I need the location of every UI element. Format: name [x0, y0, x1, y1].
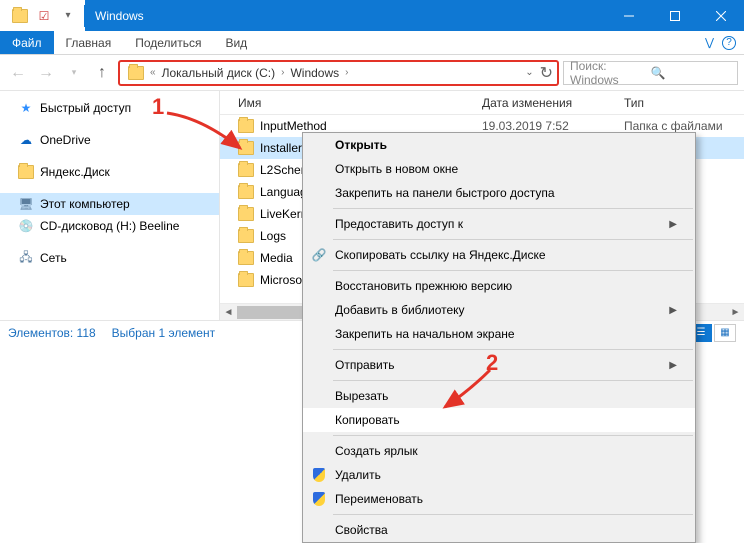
- chevron-right-icon[interactable]: ›: [279, 67, 286, 78]
- context-menu: Открыть Открыть в новом окне Закрепить н…: [302, 132, 696, 543]
- sidebar-item-yadisk[interactable]: Яндекс.Диск: [0, 161, 219, 183]
- yadisk-icon: [18, 164, 34, 180]
- folder-icon: [10, 6, 30, 26]
- folder-icon: [238, 251, 254, 265]
- ribbon-tab-view[interactable]: Вид: [213, 31, 259, 54]
- disc-icon: 💿: [18, 218, 34, 234]
- sidebar-item-cd[interactable]: 💿CD-дисковод (H:) Beeline: [0, 215, 219, 237]
- scroll-left-button[interactable]: ◄: [220, 304, 237, 321]
- search-placeholder: Поиск: Windows: [570, 59, 651, 87]
- qat-dropdown-icon[interactable]: ▾: [58, 6, 78, 26]
- folder-icon: [238, 141, 254, 155]
- network-icon: 🖧: [18, 250, 34, 266]
- star-icon: ★: [18, 100, 34, 116]
- ribbon-expand-icon[interactable]: ⋁: [705, 36, 714, 49]
- title-bar: ☑ ▾ Windows: [0, 0, 744, 31]
- status-item-count: Элементов: 118: [8, 326, 96, 340]
- scroll-right-button[interactable]: ►: [727, 304, 744, 321]
- nav-up-button[interactable]: ↑: [90, 61, 114, 85]
- maximize-button[interactable]: [652, 0, 698, 31]
- menu-item-restore-previous[interactable]: Восстановить прежнюю версию: [303, 274, 695, 298]
- menu-item-cut[interactable]: Вырезать: [303, 384, 695, 408]
- menu-item-open-new-window[interactable]: Открыть в новом окне: [303, 157, 695, 181]
- menu-item-grant-access[interactable]: Предоставить доступ к▶: [303, 212, 695, 236]
- navigation-row: ← → ▾ ↑ « Локальный диск (C:) › Windows …: [0, 55, 744, 91]
- chevron-right-icon: ▶: [669, 305, 677, 316]
- cloud-icon: ☁: [18, 132, 34, 148]
- col-date[interactable]: Дата изменения: [482, 96, 624, 110]
- window-title: Windows: [85, 9, 606, 23]
- menu-item-pin-start[interactable]: Закрепить на начальном экране: [303, 322, 695, 346]
- folder-icon: [238, 185, 254, 199]
- folder-icon: [238, 229, 254, 243]
- chevron-right-icon: ▶: [669, 360, 677, 371]
- sidebar-item-onedrive[interactable]: ☁OneDrive: [0, 129, 219, 151]
- drive-icon: [128, 66, 144, 80]
- nav-back-button[interactable]: ←: [6, 61, 30, 85]
- nav-forward-button[interactable]: →: [34, 61, 58, 85]
- menu-item-yadisk-copy-link[interactable]: 🔗Скопировать ссылку на Яндекс.Диске: [303, 243, 695, 267]
- help-icon[interactable]: ?: [722, 36, 736, 50]
- menu-item-open[interactable]: Открыть: [303, 133, 695, 157]
- properties-icon[interactable]: ☑: [34, 6, 54, 26]
- ribbon-tab-share[interactable]: Поделиться: [123, 31, 213, 54]
- search-input[interactable]: Поиск: Windows 🔍: [563, 61, 738, 85]
- close-button[interactable]: [698, 0, 744, 31]
- breadcrumb-drive[interactable]: Локальный диск (C:): [158, 66, 280, 80]
- ribbon-tab-file[interactable]: Файл: [0, 31, 54, 54]
- sidebar-item-quick-access[interactable]: ★Быстрый доступ: [0, 97, 219, 119]
- folder-icon: [238, 119, 254, 133]
- status-selection: Выбран 1 элемент: [112, 326, 215, 340]
- folder-icon: [238, 163, 254, 177]
- ribbon-tab-home[interactable]: Главная: [54, 31, 124, 54]
- col-type[interactable]: Тип: [624, 96, 744, 110]
- minimize-button[interactable]: [606, 0, 652, 31]
- sidebar-item-network[interactable]: 🖧Сеть: [0, 247, 219, 269]
- menu-item-rename[interactable]: Переименовать: [303, 487, 695, 511]
- column-headers: Имя Дата изменения Тип: [220, 91, 744, 115]
- col-name[interactable]: Имя: [220, 96, 482, 110]
- nav-history-dropdown[interactable]: ▾: [62, 61, 86, 85]
- menu-item-add-to-library[interactable]: Добавить в библиотеку▶: [303, 298, 695, 322]
- ribbon-tabs: Файл Главная Поделиться Вид ⋁ ?: [0, 31, 744, 55]
- shield-icon: [311, 467, 327, 483]
- quick-access-toolbar: ☑ ▾: [0, 0, 85, 31]
- link-icon: 🔗: [311, 247, 327, 263]
- search-icon: 🔍: [651, 66, 732, 80]
- chevron-right-icon[interactable]: ›: [343, 67, 350, 78]
- menu-item-copy[interactable]: Копировать: [303, 408, 695, 432]
- navigation-pane: ★Быстрый доступ ☁OneDrive Яндекс.Диск 🖥Э…: [0, 91, 220, 320]
- shield-icon: [311, 491, 327, 507]
- menu-item-send-to[interactable]: Отправить▶: [303, 353, 695, 377]
- chevron-right-icon: ▶: [669, 219, 677, 230]
- address-bar[interactable]: « Локальный диск (C:) › Windows › ⌄ ↻: [118, 60, 559, 86]
- menu-item-properties[interactable]: Свойства: [303, 518, 695, 542]
- folder-icon: [238, 207, 254, 221]
- pc-icon: 🖥: [18, 196, 34, 212]
- menu-item-create-shortcut[interactable]: Создать ярлык: [303, 439, 695, 463]
- refresh-icon[interactable]: ↻: [540, 63, 553, 83]
- sidebar-item-this-pc[interactable]: 🖥Этот компьютер: [0, 193, 219, 215]
- folder-icon: [238, 273, 254, 287]
- address-dropdown-icon[interactable]: ⌄: [525, 67, 533, 78]
- menu-item-delete[interactable]: Удалить: [303, 463, 695, 487]
- menu-item-pin-quick-access[interactable]: Закрепить на панели быстрого доступа: [303, 181, 695, 205]
- view-icons-button[interactable]: ▦: [714, 324, 736, 342]
- breadcrumb-current[interactable]: Windows: [286, 66, 343, 80]
